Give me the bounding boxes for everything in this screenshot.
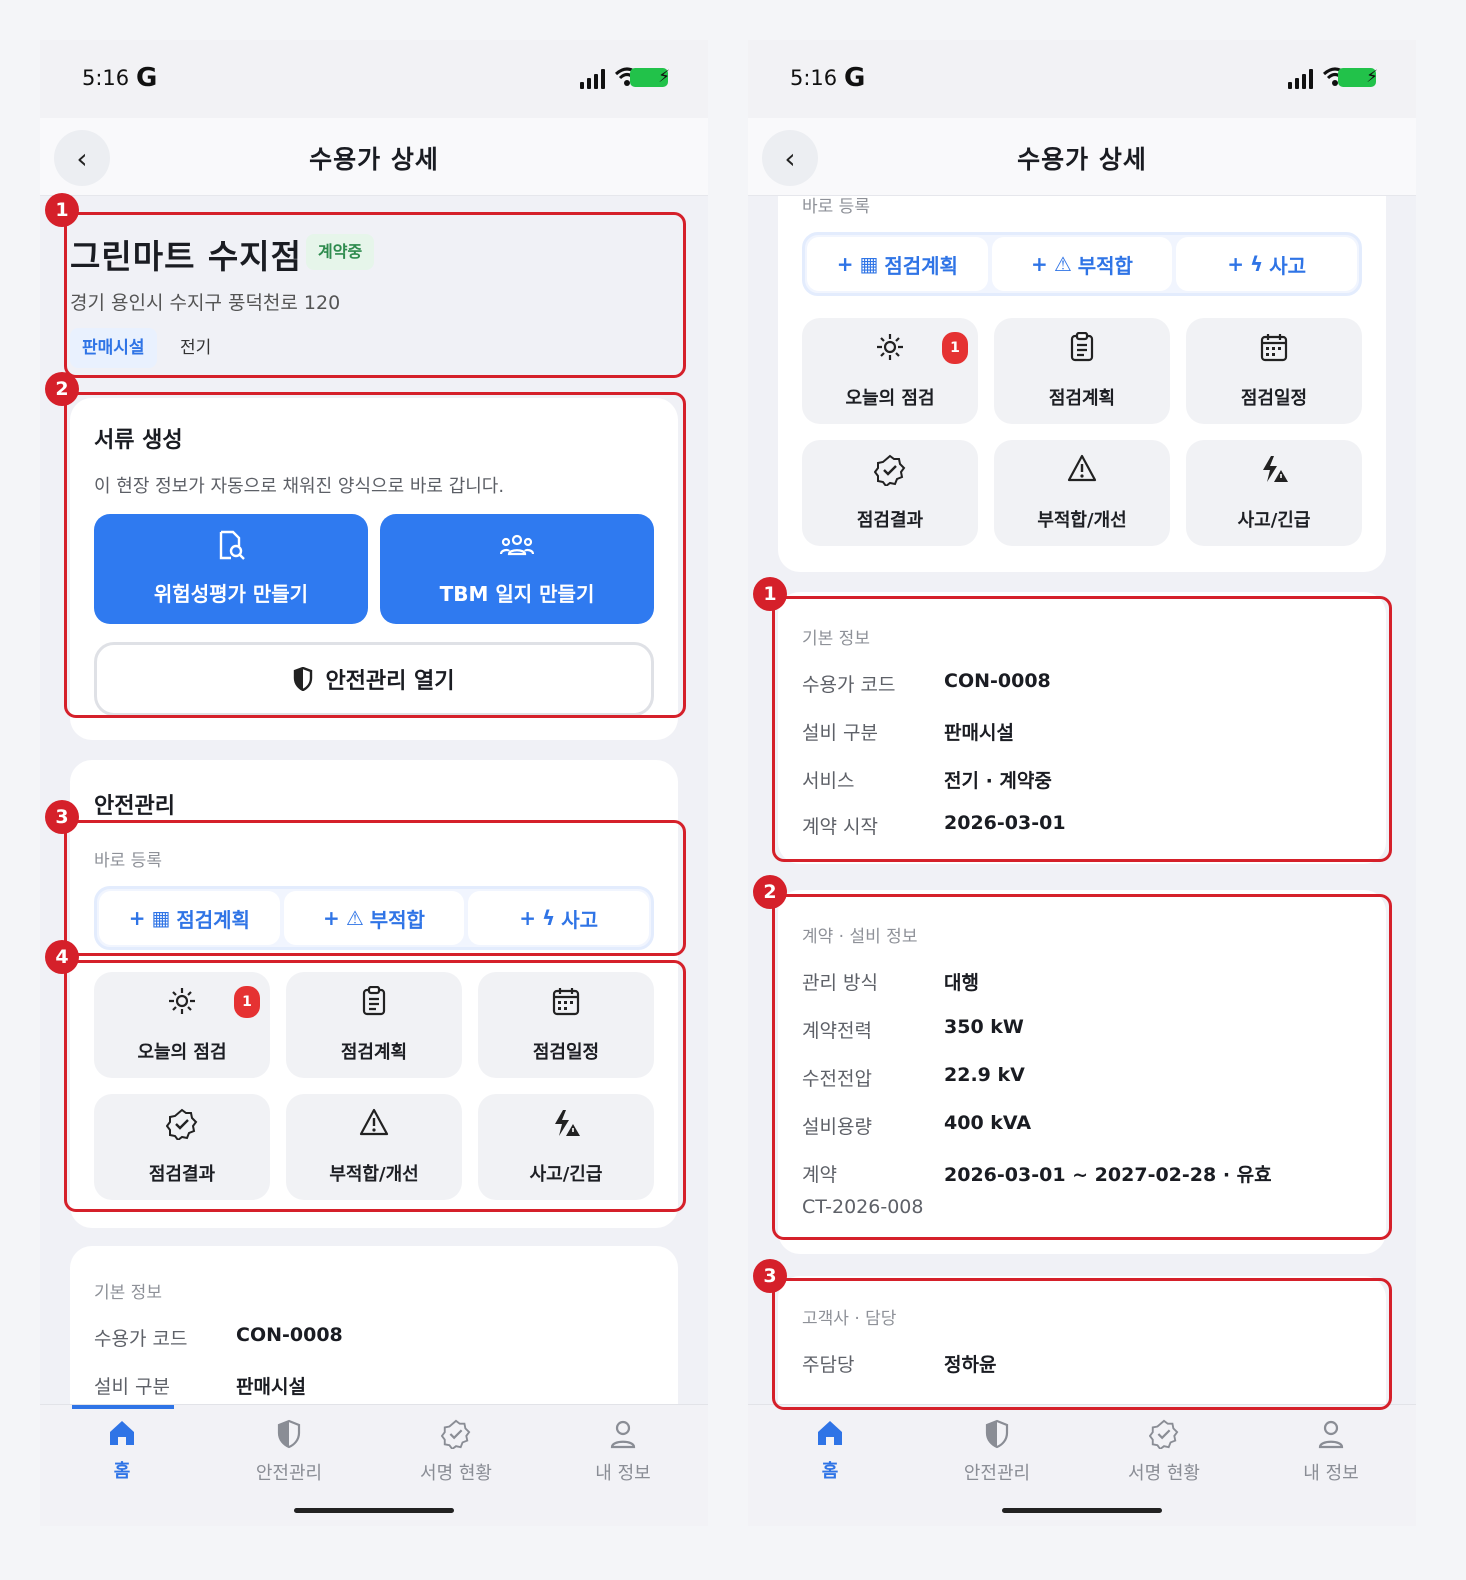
charging-icon: ⚡ [658, 67, 670, 87]
plus-icon: + [1031, 252, 1048, 276]
google-icon: G [844, 63, 866, 93]
menu-tile-label: 오늘의 점검 [845, 388, 935, 409]
highlight-box-3 [772, 1278, 1392, 1410]
nav-tab-profile[interactable]: 내 정보 [563, 1419, 683, 1485]
nav-tab-home[interactable]: 홈 [770, 1419, 890, 1483]
bolt-warning-icon [1186, 454, 1362, 490]
phone-screen-left: 5:16 G ⚡ ‹ 수용가 상세 그린마트 수지점 계약중 경기 용인시 수지… [40, 40, 708, 1526]
status-time: 5:16 [82, 66, 130, 90]
safety-title: 안전관리 [94, 794, 175, 819]
marker-1: 1 [753, 577, 787, 611]
menu-tile-sun[interactable]: 오늘의 점검 1 [802, 318, 978, 424]
quick-add-plan-button[interactable]: + ▦ 점검계획 [807, 237, 988, 291]
nav-tab-label: 홈 [113, 1461, 131, 1482]
user-icon [1271, 1419, 1391, 1449]
home-icon [770, 1419, 890, 1447]
nav-tab-label: 안전관리 [963, 1463, 1031, 1484]
info-value: CON-0008 [236, 1324, 343, 1346]
nav-tab-signature[interactable]: 서명 현황 [1104, 1419, 1224, 1485]
calendar-icon: ▦ [859, 252, 879, 276]
count-badge: 1 [942, 332, 968, 364]
marker-2: 2 [45, 372, 79, 406]
nav-tab-safety[interactable]: 안전관리 [937, 1419, 1057, 1485]
marker-2: 2 [753, 875, 787, 909]
nav-tab-label: 서명 현황 [420, 1463, 492, 1484]
active-tab-indicator [72, 1405, 174, 1409]
nav-tab-label: 서명 현황 [1128, 1463, 1200, 1484]
status-bar: 5:16 G ⚡ [748, 40, 1416, 118]
quick-add-accident-button[interactable]: + ϟ 사고 [1176, 237, 1358, 291]
marker-1: 1 [45, 193, 79, 227]
basic-info-caption: 기본 정보 [94, 1283, 162, 1303]
check-badge-icon [1104, 1419, 1224, 1449]
check-badge-icon [802, 454, 978, 490]
calendar-icon [1186, 332, 1362, 368]
nav-tab-signature[interactable]: 서명 현황 [396, 1419, 516, 1485]
warning-icon [994, 454, 1170, 490]
charging-icon: ⚡ [1366, 67, 1378, 87]
info-label: 설비 구분 [94, 1376, 170, 1398]
nav-tab-label: 내 정보 [1303, 1463, 1359, 1484]
bolt-warning-icon: ϟ [1250, 252, 1264, 276]
marker-4: 4 [45, 940, 79, 974]
phone-screen-right: 5:16 G ⚡ ‹ 수용가 상세 바로 등록 + ▦ 점검계획 + ⚠ 부적합 + ϟ 사… [748, 40, 1416, 1526]
nav-tab-profile[interactable]: 내 정보 [1271, 1419, 1391, 1485]
nav-tab-label: 홈 [821, 1461, 839, 1482]
app-header: ‹ 수용가 상세 [40, 118, 708, 196]
page-title: 수용가 상세 [1017, 145, 1147, 174]
marker-3: 3 [753, 1259, 787, 1293]
app-header: ‹ 수용가 상세 [748, 118, 1416, 196]
quick-add-nonconformity-button[interactable]: + ⚠ 부적합 [991, 237, 1173, 291]
highlight-box-2 [772, 894, 1392, 1240]
home-indicator [1002, 1508, 1162, 1513]
nav-tab-home[interactable]: 홈 [62, 1419, 182, 1483]
highlight-box-4 [64, 960, 686, 1212]
warning-icon: ⚠ [1053, 252, 1072, 276]
highlight-box-3 [64, 820, 686, 956]
menu-tile-calendar[interactable]: 점검일정 [1186, 318, 1362, 424]
check-badge-icon [396, 1419, 516, 1449]
menu-tile-label: 점검결과 [856, 510, 924, 531]
nav-tab-label: 안전관리 [255, 1463, 323, 1484]
quick-register-bar: + ▦ 점검계획 + ⚠ 부적합 + ϟ 사고 [802, 232, 1362, 296]
page-title: 수용가 상세 [309, 145, 439, 174]
menu-tile-label: 사고/긴급 [1237, 510, 1311, 531]
highlight-box-1 [64, 212, 686, 378]
signal-icon [580, 67, 610, 89]
signal-icon [1288, 67, 1318, 89]
home-icon [62, 1419, 182, 1447]
menu-tile-clipboard[interactable]: 점검계획 [994, 318, 1170, 424]
plus-icon: + [1227, 252, 1245, 276]
google-icon: G [136, 63, 158, 93]
plus-icon: + [836, 252, 854, 276]
shield-icon [229, 1419, 349, 1449]
clipboard-icon [994, 332, 1170, 368]
user-icon [563, 1419, 683, 1449]
menu-tile-check-badge[interactable]: 점검결과 [802, 440, 978, 546]
status-time: 5:16 [790, 66, 838, 90]
menu-tile-label: 부적합/개선 [1037, 510, 1127, 531]
highlight-box-2 [64, 392, 686, 718]
highlight-box-1 [772, 596, 1392, 862]
nav-tab-label: 내 정보 [595, 1463, 651, 1484]
status-bar: 5:16 G ⚡ [40, 40, 708, 118]
menu-tile-label: 점검일정 [1240, 388, 1308, 409]
marker-3: 3 [45, 800, 79, 834]
home-indicator [294, 1508, 454, 1513]
menu-tile-warning[interactable]: 부적합/개선 [994, 440, 1170, 546]
menu-tile-label: 점검계획 [1048, 388, 1116, 409]
info-label: 수용가 코드 [94, 1328, 188, 1350]
nav-tab-safety[interactable]: 안전관리 [229, 1419, 349, 1485]
menu-tile-bolt-warning[interactable]: 사고/긴급 [1186, 440, 1362, 546]
info-value: 판매시설 [236, 1376, 306, 1398]
shield-icon [937, 1419, 1057, 1449]
